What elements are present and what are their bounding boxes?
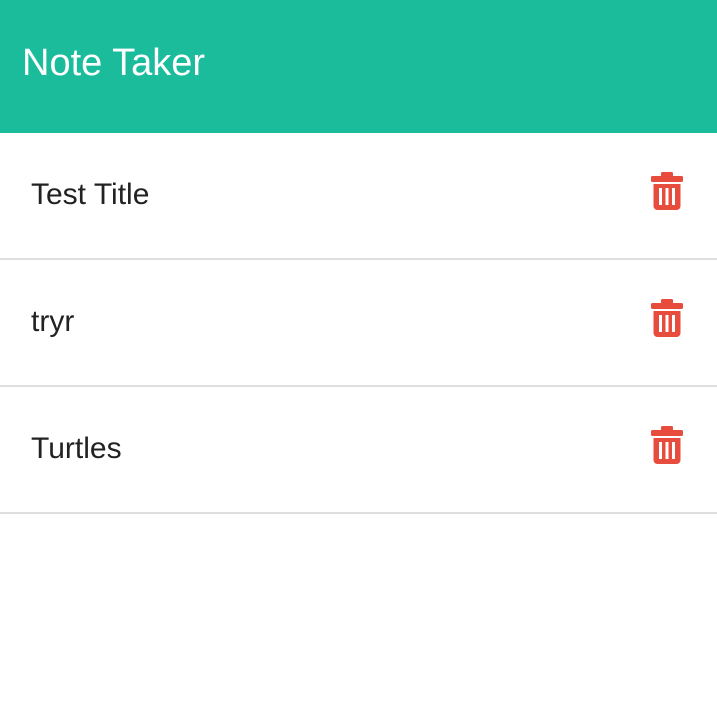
note-title: Test Title xyxy=(31,178,150,211)
trash-icon xyxy=(651,299,683,337)
list-item[interactable]: Test Title xyxy=(0,133,717,260)
delete-note-button[interactable] xyxy=(651,299,683,337)
delete-note-button[interactable] xyxy=(651,172,683,210)
note-list: Test Title tryr Turtles xyxy=(0,133,717,514)
note-title: Turtles xyxy=(31,432,122,465)
delete-note-button[interactable] xyxy=(651,426,683,464)
app-title[interactable]: Note Taker xyxy=(22,40,205,86)
trash-icon xyxy=(651,426,683,464)
note-title: tryr xyxy=(31,305,75,338)
app-root: Note Taker Test Title tryr Turtles xyxy=(0,0,717,716)
trash-icon xyxy=(651,172,683,210)
list-item[interactable]: tryr xyxy=(0,260,717,387)
navbar: Note Taker xyxy=(0,0,717,133)
list-item[interactable]: Turtles xyxy=(0,387,717,514)
